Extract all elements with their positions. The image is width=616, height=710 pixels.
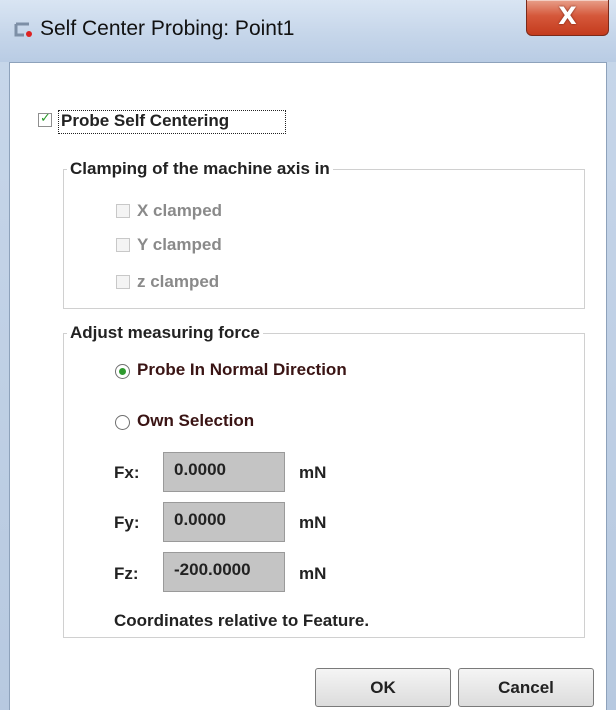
dialog-client-area: ✓ Probe Self Centering Clamping of the m…: [9, 62, 607, 710]
normal-direction-radio[interactable]: [115, 364, 130, 379]
y-clamped-checkbox[interactable]: [116, 238, 130, 252]
app-icon: [14, 22, 32, 37]
probe-self-centering-checkbox[interactable]: ✓: [38, 111, 52, 127]
probe-self-centering-label[interactable]: Probe Self Centering: [61, 111, 229, 131]
fy-unit: mN: [299, 513, 327, 532]
cancel-button[interactable]: Cancel: [458, 668, 594, 707]
fy-field[interactable]: 0.0000: [163, 502, 285, 542]
fz-label: Fz:: [114, 564, 139, 583]
x-clamped-checkbox[interactable]: [116, 204, 130, 218]
clamping-group-title: Clamping of the machine axis in: [67, 159, 333, 179]
fx-label: Fx:: [114, 463, 140, 482]
coordinates-note: Coordinates relative to Feature.: [114, 611, 370, 630]
window-title: Self Center Probing: Point1: [40, 17, 295, 40]
fz-unit: mN: [299, 564, 327, 583]
normal-direction-label[interactable]: Probe In Normal Direction: [137, 360, 347, 380]
fx-field[interactable]: 0.0000: [163, 452, 285, 492]
title-bar[interactable]: Self Center Probing: Point1 X: [0, 0, 616, 62]
radio-selected-dot: [119, 368, 126, 375]
dialog-window: Self Center Probing: Point1 X ✓ Probe Se…: [0, 0, 616, 710]
close-button[interactable]: X: [526, 0, 609, 36]
own-selection-radio[interactable]: [115, 415, 130, 430]
z-clamped-checkbox[interactable]: [116, 275, 130, 289]
z-clamped-label: z clamped: [137, 272, 220, 291]
close-icon: X: [558, 2, 577, 30]
checkmark-icon: ✓: [40, 111, 51, 126]
measuring-force-group-title: Adjust measuring force: [67, 323, 263, 343]
ok-button[interactable]: OK: [315, 668, 451, 707]
y-clamped-label: Y clamped: [137, 235, 222, 254]
fz-field[interactable]: -200.0000: [163, 552, 285, 592]
own-selection-label[interactable]: Own Selection: [137, 411, 254, 431]
fx-unit: mN: [299, 463, 327, 482]
x-clamped-label: X clamped: [137, 201, 223, 220]
fy-label: Fy:: [114, 513, 140, 532]
